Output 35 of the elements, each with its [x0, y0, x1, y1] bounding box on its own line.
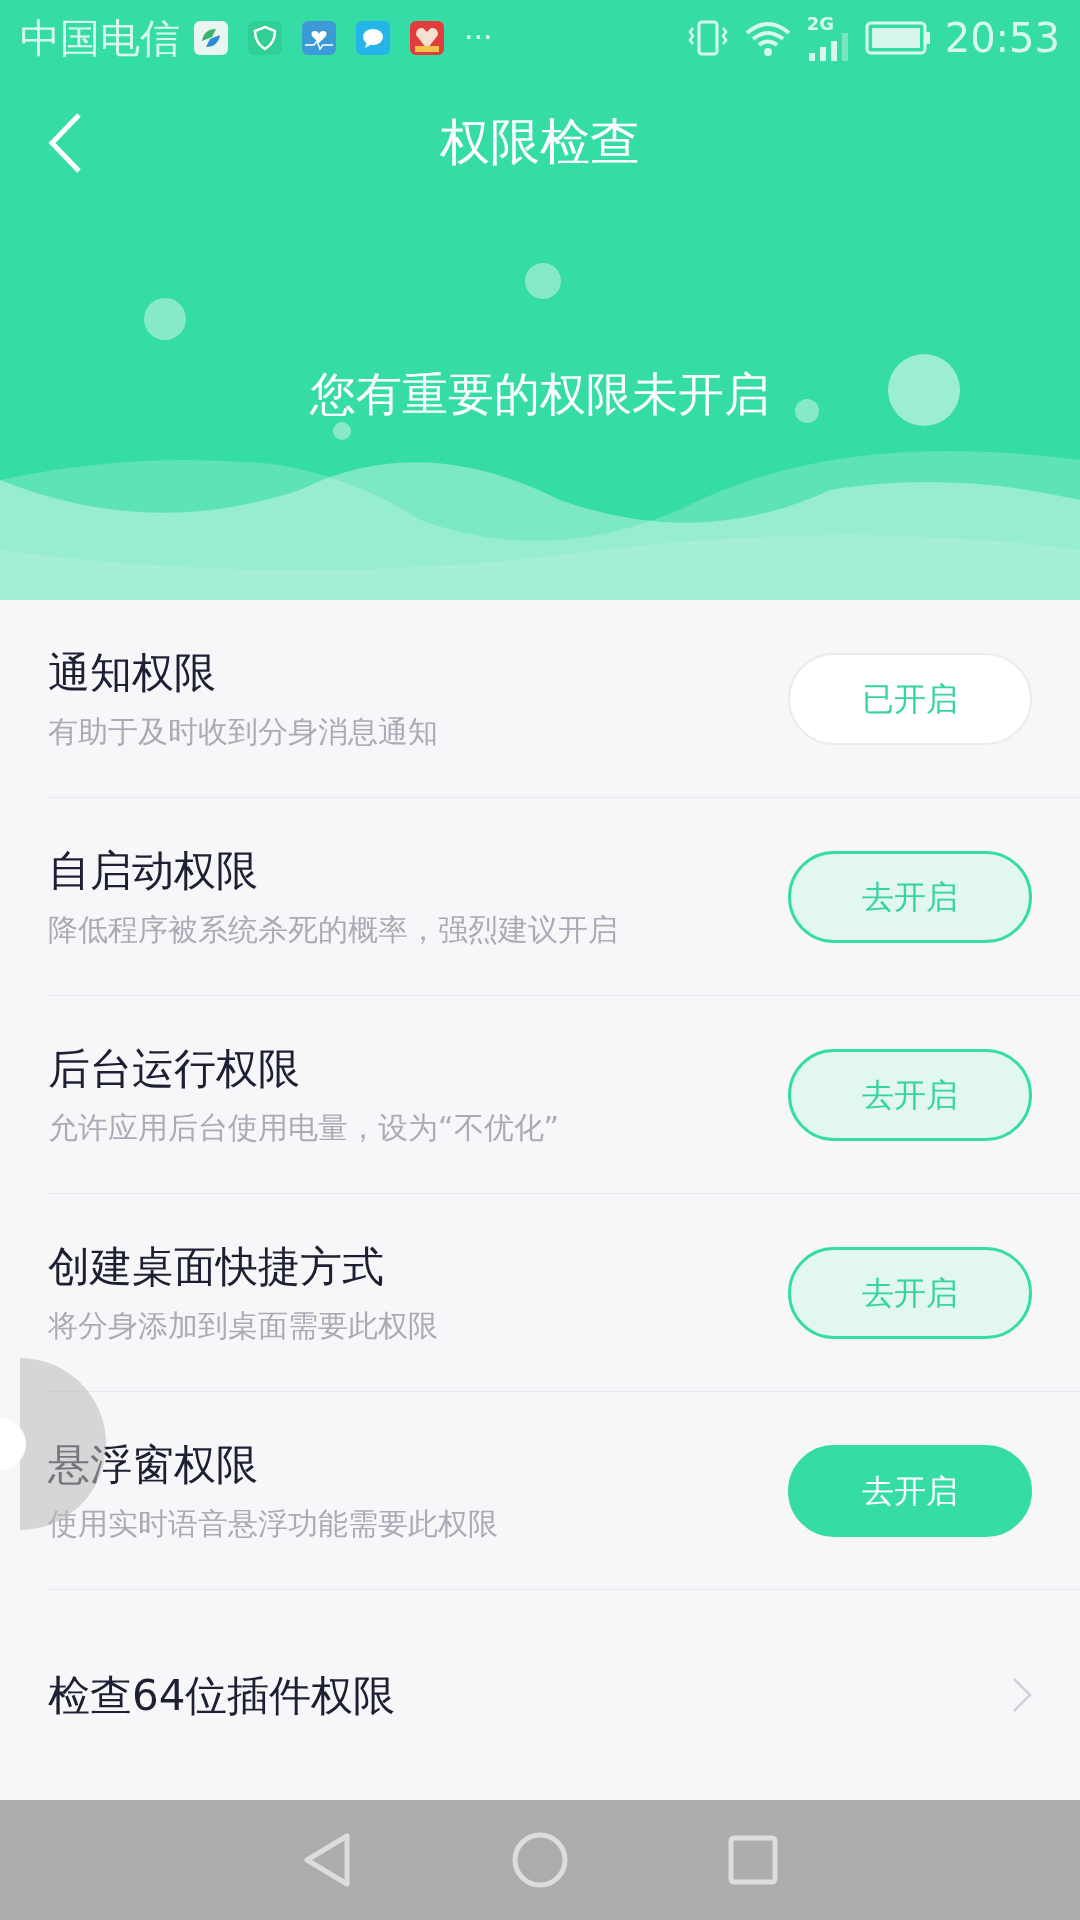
enable-button[interactable]: 已开启 — [788, 652, 1032, 745]
back-nav-icon[interactable] — [302, 1832, 352, 1888]
enable-button[interactable]: 去开启 — [788, 1048, 1032, 1141]
permission-description: 允许应用后台使用电量，设为“不优化” — [48, 1109, 560, 1147]
permission-description: 将分身添加到桌面需要此权限 — [48, 1307, 438, 1345]
app-icon — [410, 20, 444, 55]
enable-button[interactable]: 去开启 — [788, 1246, 1032, 1339]
permission-description: 有助于及时收到分身消息通知 — [48, 713, 438, 751]
app-icon — [194, 20, 228, 55]
home-nav-icon[interactable] — [512, 1832, 568, 1888]
permission-description: 使用实时语音悬浮功能需要此权限 — [48, 1505, 498, 1543]
permission-title: 悬浮窗权限 — [48, 1438, 259, 1491]
enable-button[interactable]: 去开启 — [788, 1444, 1032, 1537]
permission-title: 自启动权限 — [48, 844, 259, 897]
permission-title: 通知权限 — [48, 646, 217, 699]
check-row[interactable]: 检查64位插件权限 — [0, 1590, 1080, 1800]
permission-description: 降低程序被系统杀死的概率，强烈建议开启 — [48, 911, 618, 949]
enable-button[interactable]: 去开启 — [788, 850, 1032, 943]
page-title: 权限检查 — [440, 112, 640, 173]
network-type: 2G — [806, 14, 835, 33]
chevron-right-icon — [1012, 1677, 1032, 1713]
permission-title: 后台运行权限 — [48, 1042, 301, 1095]
recents-nav-icon[interactable] — [728, 1835, 778, 1885]
warning-message: 您有重要的权限未开启 — [310, 366, 770, 423]
row-title: 检查64位插件权限 — [48, 1669, 396, 1722]
battery-icon — [864, 20, 931, 55]
carrier-name: 中国电信 — [20, 17, 180, 58]
permission-title: 创建桌面快捷方式 — [48, 1240, 385, 1293]
back-icon — [47, 112, 83, 174]
clock-time: 20:53 — [944, 17, 1060, 58]
signal-icon — [806, 32, 851, 61]
vibrate-icon — [686, 19, 729, 56]
more-notifications: ··· — [464, 22, 493, 53]
chat-icon — [356, 20, 390, 55]
shield-icon — [248, 20, 282, 55]
